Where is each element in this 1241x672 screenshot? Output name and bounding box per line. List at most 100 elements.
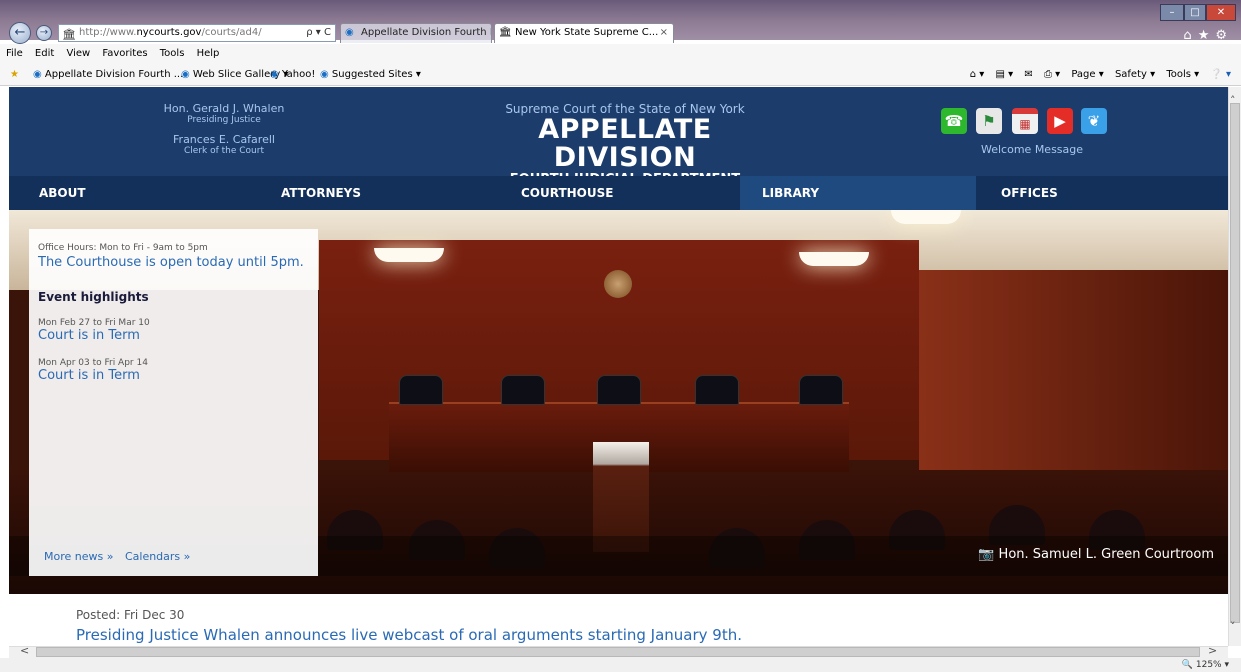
browser-top-icons: ⌂★⚙: [1183, 28, 1233, 43]
main-nav: ABOUT ATTORNEYS COURTHOUSE LIBRARY OFFIC…: [9, 176, 1228, 210]
menu-view[interactable]: View: [66, 48, 90, 59]
news-headline-link[interactable]: Presiding Justice Whalen announces live …: [76, 626, 742, 644]
scroll-down-arrow-icon[interactable]: ˅: [1230, 620, 1236, 633]
menu-safety[interactable]: Safety ▾: [1115, 69, 1155, 80]
calendar-icon[interactable]: ▦: [1012, 108, 1038, 134]
maximize-button[interactable]: □: [1184, 4, 1206, 21]
youtube-icon[interactable]: ▶: [1047, 108, 1073, 134]
menu-favorites[interactable]: Favorites: [102, 48, 147, 59]
event-dates: Mon Feb 27 to Fri Mar 10: [38, 318, 150, 328]
judge-chair: [501, 375, 545, 405]
tab-label: New York State Supreme C...: [515, 27, 659, 38]
zoom-control[interactable]: 🔍 125% ▾: [1182, 658, 1229, 672]
nav-library[interactable]: LIBRARY: [740, 176, 976, 210]
home-icon[interactable]: ⌂ ▾: [970, 69, 985, 80]
star-icon[interactable]: ★: [1198, 28, 1216, 43]
justice-name[interactable]: Hon. Gerald J. Whalen: [159, 103, 289, 115]
ie-page-icon: ◉: [345, 27, 354, 38]
clerk-title: Clerk of the Court: [184, 146, 264, 156]
tab-nys-supreme[interactable]: 🏛 New York State Supreme C... ×: [494, 23, 674, 43]
close-window-button[interactable]: ✕: [1206, 4, 1236, 21]
print-icon[interactable]: ⎙ ▾: [1044, 69, 1060, 80]
fav-suggested[interactable]: ◉ Suggested Sites ▾: [320, 64, 421, 86]
info-panel: Office Hours: Mon to Fri - 9am to 5pm Th…: [29, 229, 318, 576]
menu-bar: File Edit View Favorites Tools Help: [0, 44, 1241, 64]
menu-help[interactable]: Help: [197, 48, 220, 59]
more-news-link[interactable]: More news »: [44, 550, 113, 563]
scroll-right-arrow-icon[interactable]: >: [1208, 644, 1217, 657]
panel-links: More news » Calendars »: [44, 550, 190, 563]
ceiling-lamp: [374, 248, 444, 262]
fav-label: Suggested Sites ▾: [331, 69, 421, 80]
caption-text: Hon. Samuel L. Green Courtroom: [998, 547, 1214, 562]
event-title[interactable]: Court is in Term: [38, 368, 140, 383]
maps-icon[interactable]: ⚑: [976, 108, 1002, 134]
minimize-button[interactable]: –: [1160, 4, 1184, 21]
fav-yahoo[interactable]: ◉ Yahoo!: [270, 64, 315, 86]
address-domain: nycourts.gov: [136, 27, 202, 38]
tab-appellate[interactable]: ◉ Appellate Division Fourth Depa...: [340, 23, 492, 43]
calendars-link[interactable]: Calendars »: [125, 550, 190, 563]
feeds-icon[interactable]: ▤ ▾: [996, 69, 1014, 80]
zoom-icon: 🔍: [1181, 660, 1193, 670]
vertical-scroll-thumb[interactable]: [1230, 103, 1240, 623]
address-path: /courts/ad4/: [201, 27, 262, 38]
close-tab-icon[interactable]: ×: [660, 24, 668, 42]
favorites-bar: ★ ◉ Appellate Division Fourth ... ◉ Web …: [0, 64, 1241, 86]
address-prefix: http://www.: [79, 27, 137, 38]
address-bar[interactable]: 🏛 http://www.nycourts.gov/courts/ad4/ ρ …: [58, 24, 336, 42]
address-tools[interactable]: ρ ▾ C: [306, 25, 331, 41]
site-header: Hon. Gerald J. Whalen Presiding Justice …: [9, 87, 1228, 187]
mail-icon[interactable]: ✉: [1024, 69, 1032, 80]
judge-chair: [399, 375, 443, 405]
home-icon[interactable]: ⌂: [1183, 28, 1197, 43]
event-title[interactable]: Court is in Term: [38, 328, 140, 343]
twitter-icon[interactable]: ❦: [1081, 108, 1107, 134]
forward-button[interactable]: →: [36, 25, 52, 41]
justice-title: Presiding Justice: [187, 115, 261, 125]
site-main-title: APPELLATE DIVISION: [538, 114, 712, 173]
site-icon: 🏛: [499, 27, 512, 38]
scroll-left-arrow-icon[interactable]: <: [20, 644, 29, 657]
clerk-name[interactable]: Frances E. Cafarell: [159, 134, 289, 146]
welcome-message-link[interactable]: Welcome Message: [981, 143, 1083, 156]
ie-page-icon: ◉: [320, 69, 329, 80]
nav-attorneys[interactable]: ATTORNEYS: [259, 176, 489, 210]
phone-icon[interactable]: ☎: [941, 108, 967, 134]
ceiling-lamp: [799, 252, 869, 266]
court-seal: [604, 270, 632, 298]
scroll-up-arrow-icon[interactable]: ˄: [1230, 94, 1236, 107]
menu-file[interactable]: File: [6, 48, 23, 59]
judge-chair: [799, 375, 843, 405]
ie-page-icon: ◉: [33, 69, 42, 80]
news-section: Posted: Fri Dec 30 Presiding Justice Wha…: [9, 594, 1228, 646]
favorites-star-icon[interactable]: ★: [10, 64, 19, 86]
header-officials: Hon. Gerald J. Whalen Presiding Justice …: [159, 103, 289, 157]
command-bar: ⌂ ▾ ▤ ▾ ✉ ⎙ ▾ Page ▾ Safety ▾ Tools ▾ ❔ …: [962, 64, 1231, 86]
browser-titlebar: ← → 🏛 http://www.nycourts.gov/courts/ad4…: [0, 0, 1241, 44]
menu-edit[interactable]: Edit: [35, 48, 54, 59]
courthouse-status[interactable]: The Courthouse is open today until 5pm.: [38, 255, 304, 270]
news-posted-date: Posted: Fri Dec 30: [76, 608, 185, 622]
back-button[interactable]: ←: [9, 22, 31, 44]
fav-label: Appellate Division Fourth ...: [44, 69, 184, 80]
gear-icon[interactable]: ⚙: [1215, 28, 1233, 43]
menu-tools[interactable]: Tools: [160, 48, 185, 59]
horizontal-scroll-thumb[interactable]: [36, 647, 1200, 657]
event-dates: Mon Apr 03 to Fri Apr 14: [38, 358, 148, 368]
judge-chair: [597, 375, 641, 405]
nav-courthouse[interactable]: COURTHOUSE: [499, 176, 739, 210]
camera-icon: 📷: [978, 547, 995, 562]
nav-about[interactable]: ABOUT: [17, 176, 247, 210]
menu-page[interactable]: Page ▾: [1071, 69, 1103, 80]
status-bar: 🔍 125% ▾: [0, 658, 1241, 672]
tab-label: Appellate Division Fourth Depa...: [361, 27, 491, 38]
fav-appellate[interactable]: ◉ Appellate Division Fourth ...: [33, 64, 183, 86]
menu-tools-cmd[interactable]: Tools ▾: [1166, 69, 1199, 80]
courtroom-caption: 📷 Hon. Samuel L. Green Courtroom: [978, 547, 1214, 562]
judge-chair: [695, 375, 739, 405]
office-hours: Office Hours: Mon to Fri - 9am to 5pm: [38, 243, 208, 253]
nav-offices[interactable]: OFFICES: [979, 176, 1209, 210]
help-icon[interactable]: ❔ ▾: [1210, 69, 1231, 80]
ceiling-lamp: [891, 210, 961, 224]
